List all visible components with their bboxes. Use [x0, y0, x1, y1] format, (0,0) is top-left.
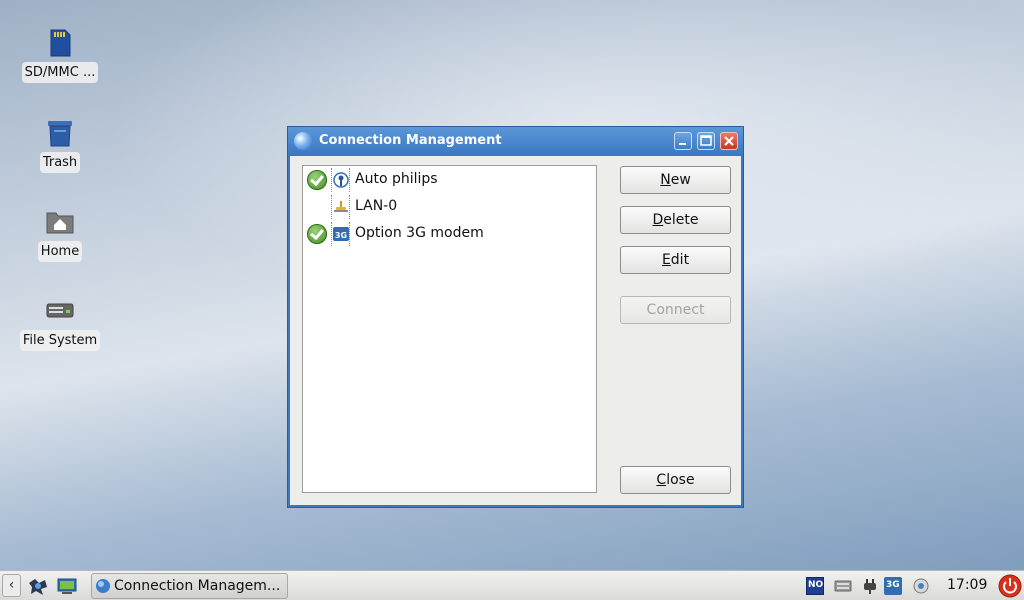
maximize-icon — [700, 135, 712, 146]
connection-list[interactable]: Auto philips LAN-0 3G Option 3G modem — [302, 165, 597, 493]
button-label: dit — [670, 252, 690, 268]
delete-button[interactable]: Delete — [620, 206, 731, 234]
tree-line — [349, 195, 350, 219]
3g-label: 3G — [886, 580, 900, 590]
tree-line — [349, 222, 350, 246]
close-window-button[interactable] — [720, 132, 738, 150]
desktop: SD/MMC ... Trash Home File System Connec… — [0, 0, 1024, 570]
desktop-icon-label: File System — [19, 330, 101, 351]
connection-management-window: Connection Management Auto philips LAN-0… — [287, 126, 744, 508]
taskbar-scroll-left-button[interactable]: ‹ — [2, 574, 21, 597]
clock[interactable]: 17:09 — [947, 577, 987, 593]
desktop-icon-label: SD/MMC ... — [21, 62, 99, 83]
keyboard-icon[interactable] — [834, 577, 852, 595]
tree-line — [349, 168, 350, 192]
maximize-button[interactable] — [697, 132, 715, 150]
button-label: elete — [663, 212, 699, 228]
task-label: Connection Managem... — [114, 578, 281, 594]
active-check-icon — [307, 170, 327, 190]
window-titlebar[interactable]: Connection Management — [288, 127, 743, 155]
taskbar-task-connection-management[interactable]: Connection Managem... — [91, 573, 288, 599]
globe-icon — [96, 579, 110, 593]
connect-button[interactable]: Connect — [620, 296, 731, 324]
show-desktop-icon[interactable] — [56, 576, 78, 596]
window-title: Connection Management — [319, 133, 502, 148]
connection-name: LAN-0 — [355, 198, 398, 214]
taskbar: ‹ Connection Managem... NO 3G 17:09 — [0, 570, 1024, 600]
desktop-icon-file-system[interactable]: File System — [15, 296, 105, 351]
mnemonic: N — [660, 172, 671, 188]
menu-launcher-icon[interactable] — [27, 575, 49, 597]
window-content: Auto philips LAN-0 3G Option 3G modem Ne… — [290, 156, 741, 505]
lan-icon — [334, 201, 348, 212]
svg-text:3G: 3G — [335, 231, 347, 240]
edit-button[interactable]: Edit — [620, 246, 731, 274]
close-button[interactable]: Close — [620, 466, 731, 494]
button-label: Connect — [646, 302, 705, 318]
power-plug-icon[interactable] — [861, 577, 879, 595]
wireless-icon — [333, 172, 349, 188]
keyboard-layout-label: NO — [808, 580, 824, 590]
3g-modem-icon: 3G — [333, 227, 349, 241]
trash-icon — [45, 118, 75, 148]
desktop-icon-label: Trash — [39, 152, 81, 173]
home-folder-icon — [45, 207, 75, 237]
network-status-icon[interactable] — [912, 577, 930, 595]
close-icon — [724, 136, 734, 146]
sd-card-icon — [45, 28, 75, 58]
button-label: lose — [666, 472, 695, 488]
mnemonic: E — [661, 252, 671, 268]
minimize-button[interactable] — [674, 132, 692, 150]
minimize-icon — [679, 143, 686, 145]
connection-name: Option 3G modem — [355, 225, 484, 241]
desktop-icon-label: Home — [37, 241, 83, 262]
drive-icon — [45, 296, 75, 326]
connection-row-option-3g-modem[interactable]: 3G Option 3G modem — [303, 222, 596, 246]
globe-icon — [294, 132, 312, 150]
keyboard-layout-indicator[interactable]: NO — [806, 577, 824, 595]
tree-line — [331, 222, 332, 246]
desktop-icon-sd-card[interactable]: SD/MMC ... — [15, 28, 105, 83]
desktop-icon-home[interactable]: Home — [15, 207, 105, 262]
button-label: ew — [670, 172, 691, 188]
mnemonic: D — [652, 212, 664, 228]
connection-name: Auto philips — [355, 171, 438, 187]
tree-line — [331, 168, 332, 192]
connection-row-lan-0[interactable]: LAN-0 — [303, 195, 596, 219]
new-button[interactable]: New — [620, 166, 731, 194]
tree-line — [331, 195, 332, 219]
power-icon[interactable] — [998, 574, 1022, 598]
3g-status-indicator[interactable]: 3G — [884, 577, 902, 595]
desktop-icon-trash[interactable]: Trash — [15, 118, 105, 173]
connection-row-auto-philips[interactable]: Auto philips — [303, 168, 596, 192]
mnemonic: C — [656, 472, 667, 488]
active-check-icon — [307, 224, 327, 244]
